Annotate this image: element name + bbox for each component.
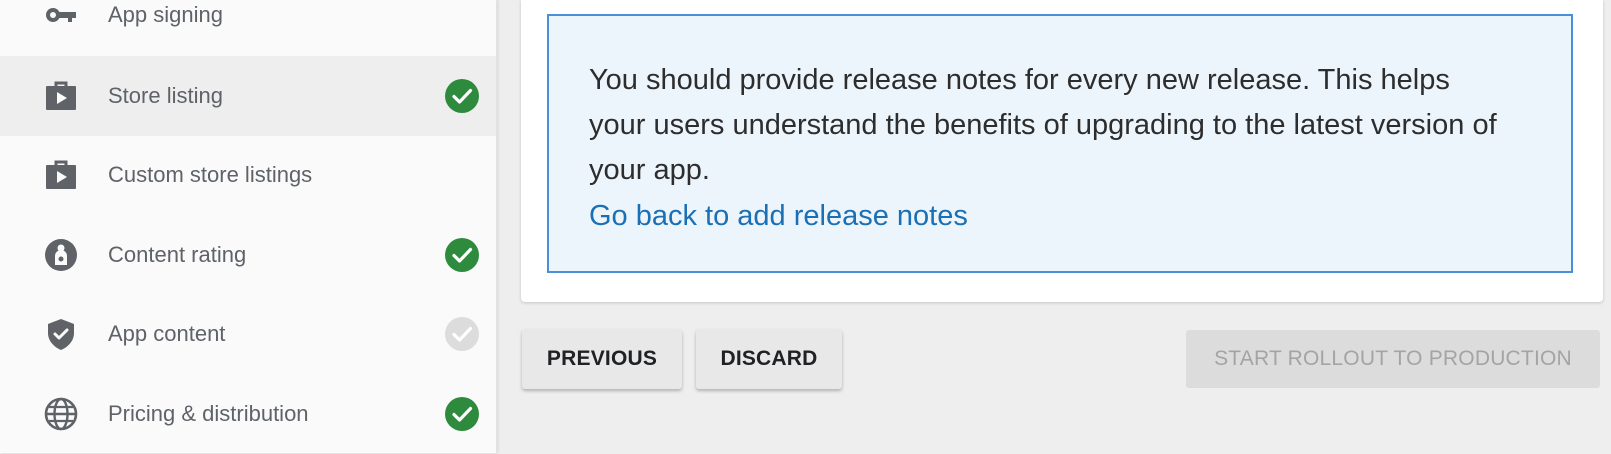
sidebar-item-label: Store listing xyxy=(108,83,223,108)
key-icon xyxy=(43,0,79,33)
discard-button[interactable]: DISCARD xyxy=(696,329,842,389)
add-release-notes-link[interactable]: Go back to add release notes xyxy=(589,200,968,233)
notice-message: You should provide release notes for eve… xyxy=(589,64,1497,186)
sidebar-item-label: Custom store listings xyxy=(108,162,313,187)
sidebar-item-content-rating[interactable]: Content rating xyxy=(0,215,496,295)
incomplete-check-icon xyxy=(445,317,479,351)
sidebar-item-app-signing[interactable]: App signing xyxy=(0,0,496,55)
release-notes-notice: You should provide release notes for eve… xyxy=(547,14,1573,273)
sidebar-item-label: Pricing & distribution xyxy=(108,401,309,426)
content-rating-icon xyxy=(43,237,79,273)
complete-check-icon xyxy=(445,397,479,431)
previous-button[interactable]: PREVIOUS xyxy=(522,329,682,389)
sidebar-item-label: Content rating xyxy=(108,242,247,267)
start-rollout-button[interactable]: START ROLLOUT TO PRODUCTION xyxy=(1186,330,1600,388)
release-review-card: You should provide release notes for eve… xyxy=(521,0,1603,302)
sidebar-item-custom-store-listings[interactable]: Custom store listings xyxy=(0,135,496,215)
shield-icon xyxy=(43,316,79,352)
complete-check-icon xyxy=(445,79,479,113)
store-bag-icon xyxy=(43,157,79,193)
main-content: You should provide release notes for eve… xyxy=(497,0,1611,453)
sidebar-nav: App signing Store listing Custom store l… xyxy=(0,0,497,453)
sidebar-item-label: App content xyxy=(108,321,226,346)
sidebar-item-app-content[interactable]: App content xyxy=(0,294,496,374)
store-bag-icon xyxy=(43,78,79,114)
sidebar-item-label: App signing xyxy=(108,2,223,27)
complete-check-icon xyxy=(445,238,479,272)
sidebar-item-pricing-distribution[interactable]: Pricing & distribution xyxy=(0,374,496,454)
sidebar-item-store-listing[interactable]: Store listing xyxy=(0,56,496,136)
globe-icon xyxy=(43,396,79,432)
